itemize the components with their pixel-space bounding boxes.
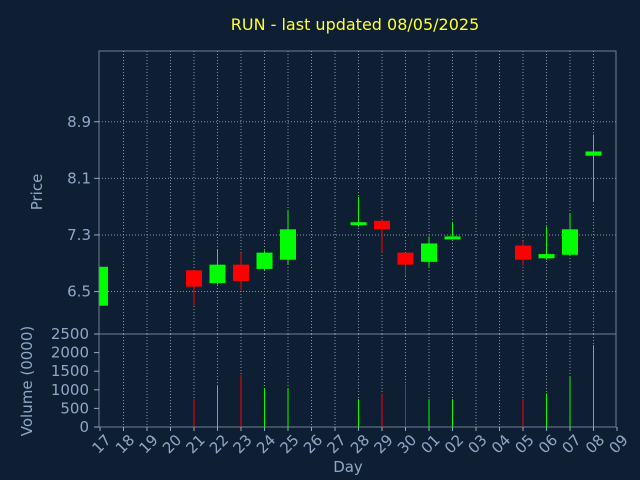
price-axis-label: Price bbox=[28, 174, 46, 211]
x-tick-label: 21 bbox=[183, 431, 209, 457]
candle-body bbox=[186, 270, 202, 287]
volume-y-tick-label: 0 bbox=[79, 418, 89, 436]
candlestick-chart: RUN - last updated 08/05/2025 1718192021… bbox=[18, 15, 632, 476]
candle-body bbox=[421, 243, 437, 262]
candle-body bbox=[350, 222, 367, 226]
x-tick-label: 25 bbox=[277, 431, 303, 457]
price-y-tick-label: 8.1 bbox=[67, 169, 91, 187]
x-tick-label: 24 bbox=[253, 431, 279, 457]
x-tick-label: 27 bbox=[324, 431, 350, 457]
x-tick-label: 02 bbox=[441, 431, 467, 457]
x-tick-label: 09 bbox=[606, 431, 632, 457]
x-tick-label: 26 bbox=[300, 431, 326, 457]
volume-y-tick-label: 500 bbox=[60, 399, 89, 417]
x-tick-label: 29 bbox=[371, 431, 397, 457]
x-tick-label: 28 bbox=[347, 431, 373, 457]
x-tick-label: 23 bbox=[230, 431, 256, 457]
x-axis-label: Day bbox=[333, 458, 363, 476]
x-tick-label: 20 bbox=[159, 431, 185, 457]
price-y-tick-label: 7.3 bbox=[67, 226, 91, 244]
x-tick-label: 01 bbox=[418, 431, 444, 457]
x-tick-label: 07 bbox=[559, 431, 585, 457]
chart-title: RUN - last updated 08/05/2025 bbox=[231, 15, 480, 34]
x-tick-label: 08 bbox=[582, 431, 608, 457]
candle-body bbox=[374, 220, 390, 230]
price-y-tick-label: 6.5 bbox=[67, 283, 91, 301]
x-tick-label: 05 bbox=[512, 431, 538, 457]
volume-y-tick-label: 1500 bbox=[51, 362, 89, 380]
x-tick-label: 19 bbox=[136, 431, 162, 457]
candle-body bbox=[444, 236, 461, 240]
volume-panel bbox=[98, 333, 617, 428]
candle-body bbox=[585, 151, 602, 156]
volume-y-tick-label: 2500 bbox=[51, 325, 89, 343]
candle-body bbox=[280, 229, 296, 260]
candle-body bbox=[100, 266, 108, 306]
candle-body bbox=[397, 252, 414, 265]
price-y-tick-label: 8.9 bbox=[67, 113, 91, 131]
volume-y-tick-label: 1000 bbox=[51, 381, 89, 399]
x-tick-label: 17 bbox=[89, 431, 115, 457]
x-tick-label: 18 bbox=[112, 431, 138, 457]
x-tick-label: 04 bbox=[488, 431, 514, 457]
volume-axis-label: Volume (0000) bbox=[18, 326, 36, 436]
x-tick-label: 03 bbox=[465, 431, 491, 457]
volume-y-tick-label: 2000 bbox=[51, 344, 89, 362]
x-tick-label: 06 bbox=[535, 431, 561, 457]
candle-body bbox=[538, 254, 555, 259]
candle-body bbox=[209, 264, 226, 284]
x-tick-label: 22 bbox=[206, 431, 232, 457]
candle-body bbox=[256, 252, 273, 269]
candle-body bbox=[562, 229, 578, 255]
candle-body bbox=[233, 264, 249, 281]
x-tick-label: 30 bbox=[394, 431, 420, 457]
candle-body bbox=[515, 245, 531, 260]
